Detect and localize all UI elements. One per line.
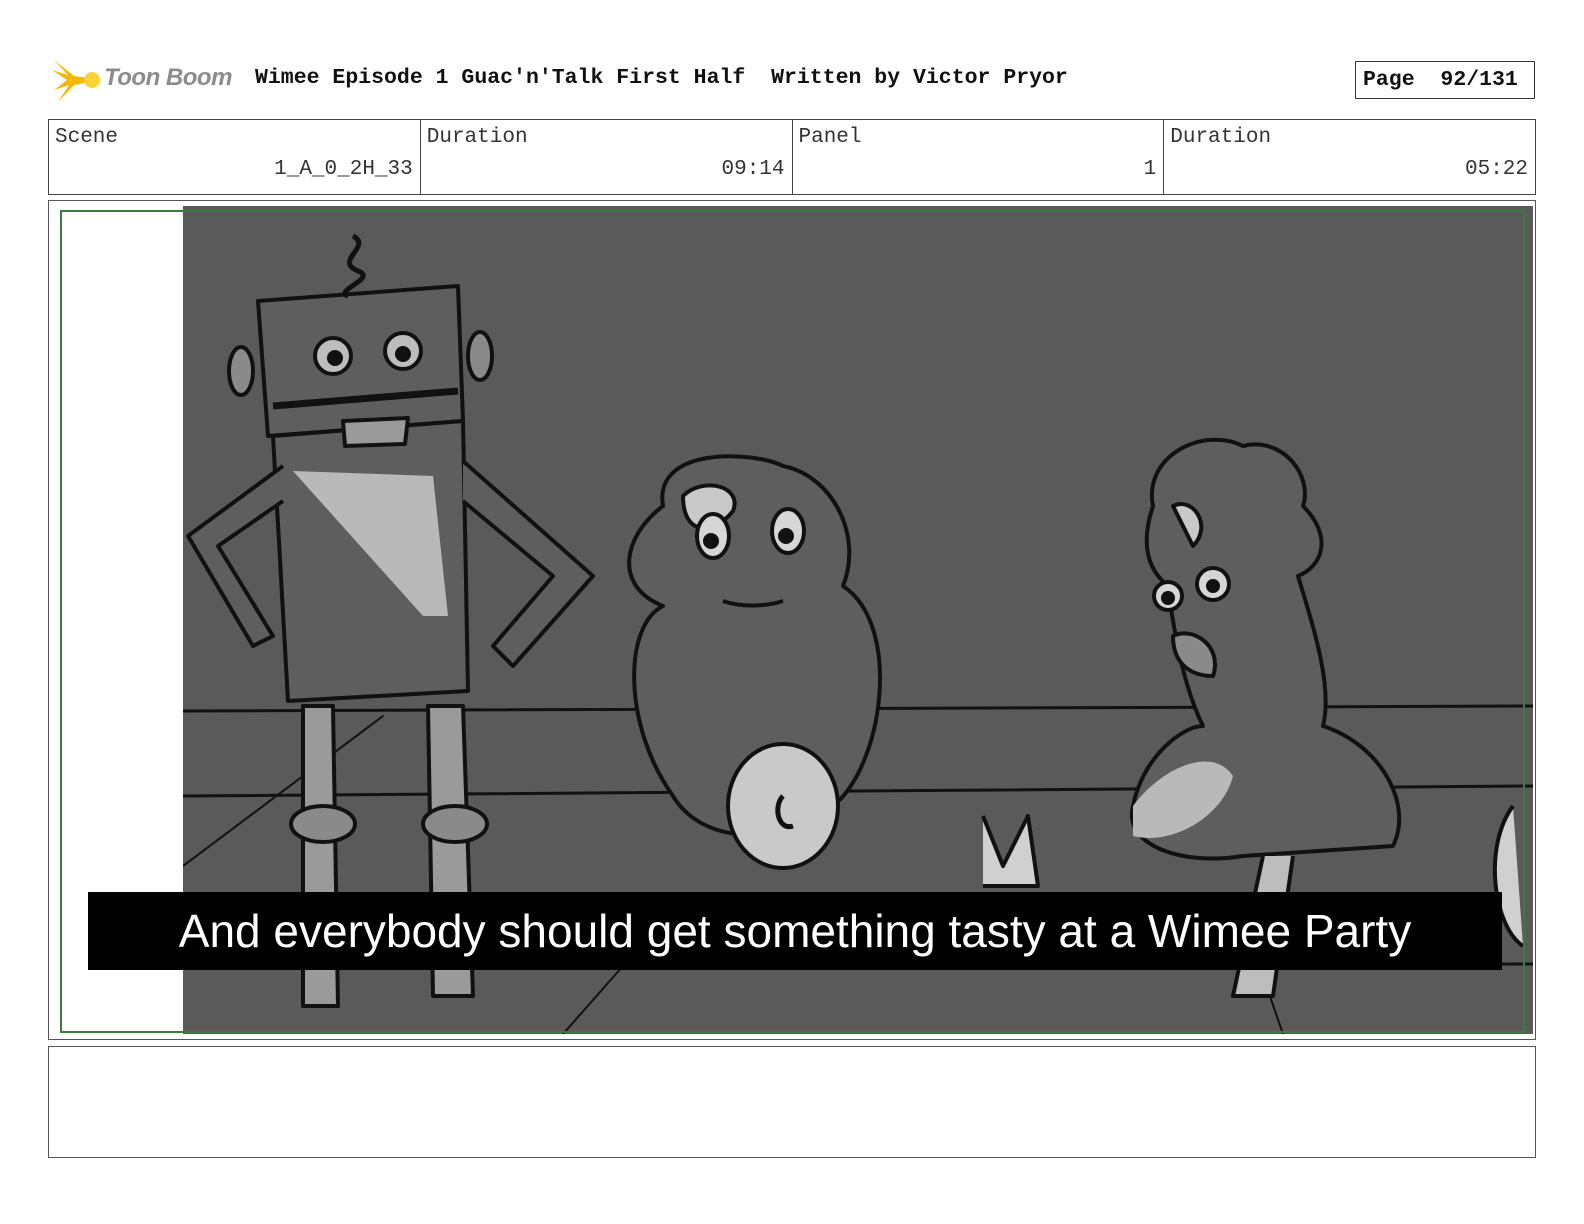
- logo-wordmark: Toon Boom: [104, 64, 232, 91]
- scene-duration-cell: Duration 09:14: [421, 120, 793, 194]
- page-label: Page: [1363, 68, 1415, 92]
- document-title: Wimee Episode 1 Guac'n'Talk First Half W…: [255, 66, 1068, 90]
- page-number: 92/131: [1440, 68, 1518, 92]
- notes-box: [48, 1046, 1536, 1158]
- panel-duration-cell: Duration 05:22: [1164, 120, 1535, 194]
- scene-cell: Scene 1_A_0_2H_33: [49, 120, 421, 194]
- page-indicator: Page 92/131: [1355, 61, 1535, 99]
- panel-label: Panel: [798, 126, 862, 149]
- panel-cell: Panel 1: [793, 120, 1165, 194]
- scene-label: Scene: [55, 126, 119, 149]
- blob-character: [627, 454, 1040, 888]
- scene-value: 1_A_0_2H_33: [274, 158, 413, 181]
- toon-boom-logo: Toon Boom: [52, 56, 242, 106]
- caption-subtitle: And everybody should get something tasty…: [88, 892, 1502, 970]
- info-table: Scene 1_A_0_2H_33 Duration 09:14 Panel 1…: [48, 119, 1536, 195]
- star-burst-icon: [52, 60, 102, 102]
- robot-character: [186, 233, 595, 1008]
- scene-duration-label: Duration: [426, 126, 528, 149]
- scene-duration-value: 09:14: [721, 158, 785, 181]
- panel-duration-label: Duration: [1170, 126, 1272, 149]
- panel-value: 1: [1143, 158, 1157, 181]
- panel-duration-value: 05:22: [1464, 158, 1528, 181]
